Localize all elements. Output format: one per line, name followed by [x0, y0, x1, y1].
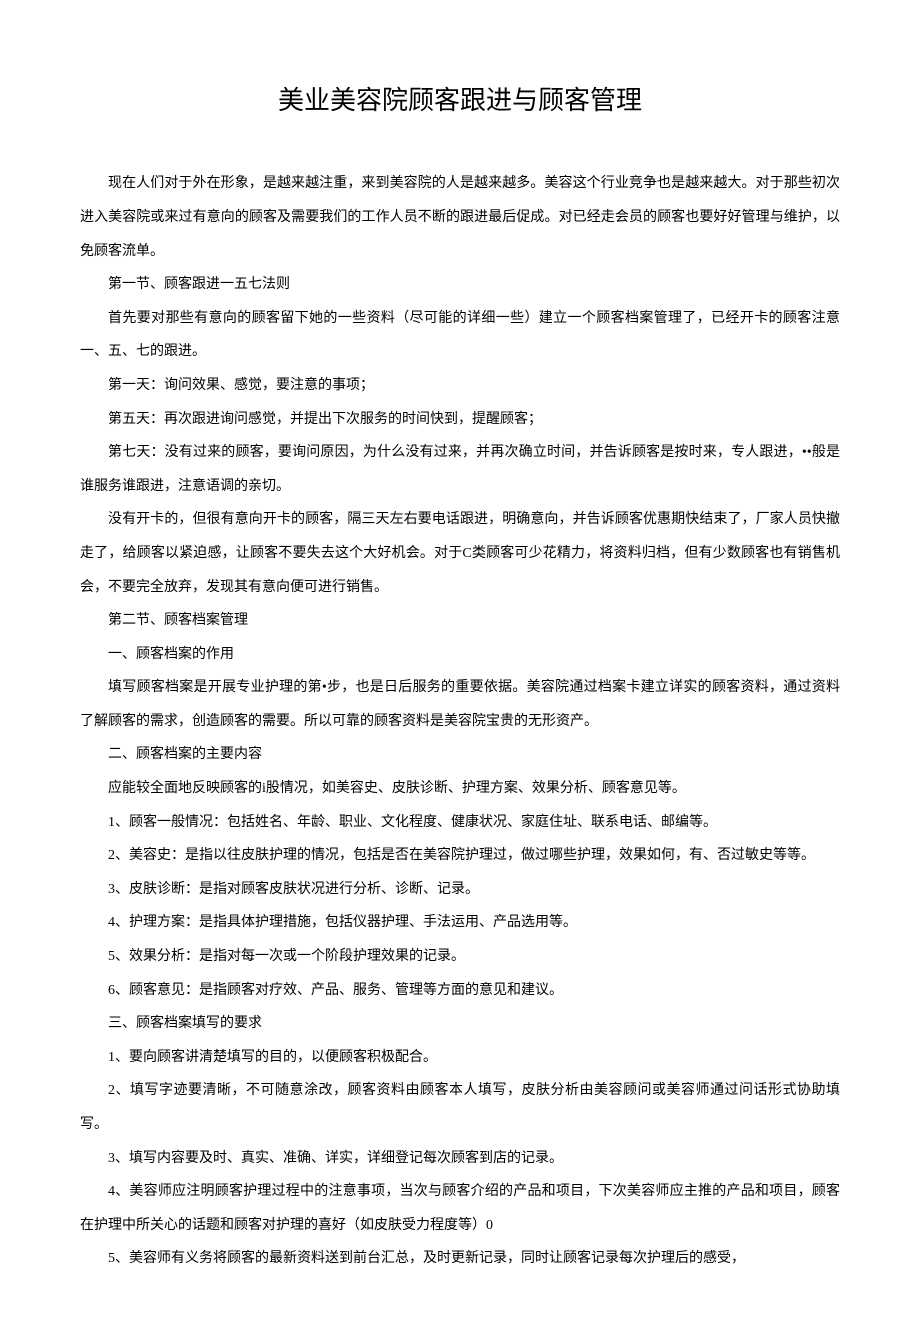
document-title: 美业美容院顾客跟进与顾客管理 — [80, 70, 840, 132]
list-item: 3、填写内容要及时、真实、准确、详实，详细登记每次顾客到店的记录。 — [80, 1142, 840, 1176]
section-heading: 第二节、顾客档案管理 — [80, 604, 840, 638]
list-item: 5、美容师有义务将顾客的最新资料送到前台汇总，及时更新记录，同时让顾客记录每次护… — [80, 1242, 840, 1276]
body-paragraph: 没有开卡的，但很有意向开卡的顾客，隔三天左右要电话跟进，明确意向，并告诉顾客优惠… — [80, 503, 840, 604]
body-paragraph: 应能较全面地反映顾客的i股情况，如美容史、皮肤诊断、护理方案、效果分析、顾客意见… — [80, 772, 840, 806]
list-item: 4、美容师应注明顾客护理过程中的注意事项，当次与顾客介绍的产品和项目，下次美容师… — [80, 1175, 840, 1242]
list-item: 2、填写字迹要清晰，不可随意涂改，顾客资料由顾客本人填写，皮肤分析由美容顾问或美… — [80, 1074, 840, 1141]
list-item: 3、皮肤诊断：是指对顾客皮肤状况进行分析、诊断、记录。 — [80, 873, 840, 907]
body-paragraph: 第五天：再次跟进询问感觉，并提出下次服务的时间快到，提醒顾客； — [80, 403, 840, 437]
list-item: 5、效果分析：是指对每一次或一个阶段护理效果的记录。 — [80, 940, 840, 974]
section-heading: 第一节、顾客跟进一五七法则 — [80, 268, 840, 302]
body-paragraph: 第一天：询问效果、感觉，要注意的事项； — [80, 369, 840, 403]
list-item: 4、护理方案：是指具体护理措施，包括仪器护理、手法运用、产品选用等。 — [80, 906, 840, 940]
body-paragraph: 填写顾客档案是开展专业护理的第•步，也是日后服务的重要依据。美容院通过档案卡建立… — [80, 671, 840, 738]
subsection-heading: 一、顾客档案的作用 — [80, 638, 840, 672]
list-item: 1、顾客一般情况：包括姓名、年龄、职业、文化程度、健康状况、家庭住址、联系电话、… — [80, 806, 840, 840]
subsection-heading: 三、顾客档案填写的要求 — [80, 1007, 840, 1041]
body-paragraph: 第七天：没有过来的顾客，要询问原因，为什么没有过来，并再次确立时间，并告诉顾客是… — [80, 436, 840, 503]
body-paragraph: 首先要对那些有意向的顾客留下她的一些资料（尽可能的详细一些）建立一个顾客档案管理… — [80, 302, 840, 369]
list-item: 6、顾客意见：是指顾客对疗效、产品、服务、管理等方面的意见和建议。 — [80, 974, 840, 1008]
body-paragraph: 现在人们对于外在形象，是越来越注重，来到美容院的人是越来越多。美容这个行业竞争也… — [80, 167, 840, 268]
list-item: 2、美容史：是指以往皮肤护理的情况，包括是否在美容院护理过，做过哪些护理，效果如… — [80, 839, 840, 873]
subsection-heading: 二、顾客档案的主要内容 — [80, 738, 840, 772]
list-item: 1、要向顾客讲清楚填写的目的，以便顾客积极配合。 — [80, 1041, 840, 1075]
